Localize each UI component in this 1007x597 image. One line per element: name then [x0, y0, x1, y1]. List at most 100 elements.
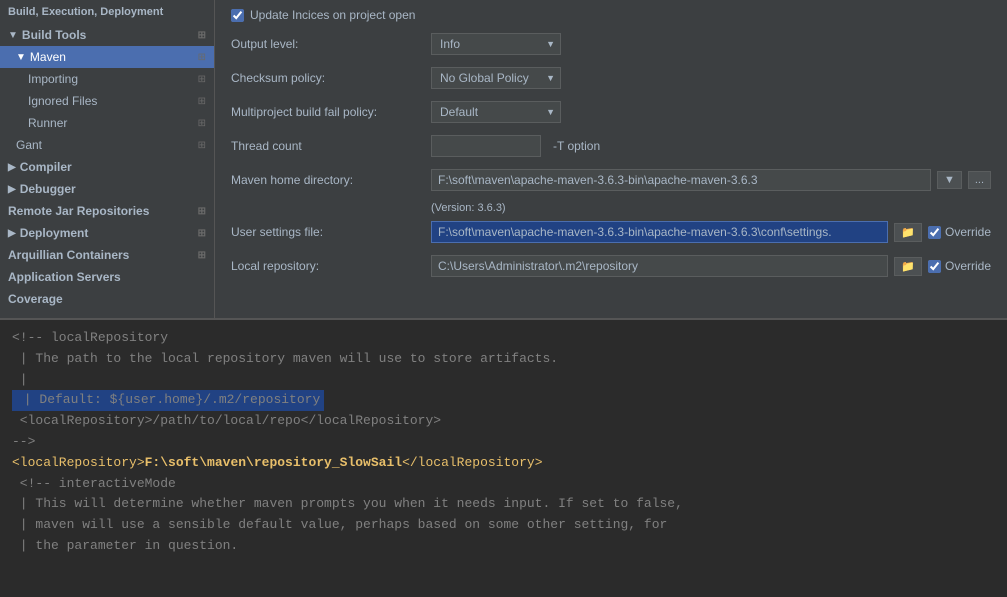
maven-home-input[interactable]	[431, 169, 931, 191]
local-repo-input[interactable]	[431, 255, 888, 277]
checksum-policy-control: No Global PolicyWarnFailIgnore	[431, 67, 991, 89]
user-settings-override-wrap: Override	[928, 225, 991, 239]
sidebar: Build, Execution, Deployment ▼ Build Too…	[0, 0, 215, 318]
sidebar-item-compiler[interactable]: ▶ Compiler	[0, 156, 214, 178]
code-line-4: | Default: ${user.home}/.m2/repository	[12, 390, 995, 411]
multiproject-control: DefaultNeverAfter Current	[431, 101, 991, 123]
code-tag-close: </localRepository>	[402, 455, 542, 470]
maven-home-row: Maven home directory: ▼ ...	[231, 168, 991, 192]
arrow-icon: ▼	[8, 30, 18, 41]
settings-icon: ⊞	[198, 74, 206, 85]
maven-home-control: ▼ ...	[431, 169, 991, 191]
code-line-1: <!-- localRepository	[12, 328, 995, 349]
output-level-dropdown-wrap: InfoDebugWarnError	[431, 33, 561, 55]
thread-count-row: Thread count -T option	[231, 134, 991, 158]
sidebar-item-ignored-files[interactable]: Ignored Files ⊞	[0, 90, 214, 112]
sidebar-item-coverage[interactable]: Coverage	[0, 288, 214, 310]
sidebar-label: Coverage	[8, 292, 63, 306]
output-level-label: Output level:	[231, 37, 431, 51]
top-panel: Build, Execution, Deployment ▼ Build Too…	[0, 0, 1007, 320]
local-repo-override-checkbox[interactable]	[928, 260, 941, 273]
multiproject-select[interactable]: DefaultNeverAfter Current	[431, 101, 561, 123]
local-repo-override-wrap: Override	[928, 259, 991, 273]
update-indices-label: Update Incices on project open	[250, 8, 415, 22]
bottom-code-panel: <!-- localRepository | The path to the l…	[0, 320, 1007, 597]
checksum-policy-select[interactable]: No Global PolicyWarnFailIgnore	[431, 67, 561, 89]
sidebar-label: Ignored Files	[28, 94, 97, 108]
code-line-7: <localRepository>F:\soft\maven\repositor…	[12, 453, 995, 474]
sidebar-label: Maven	[30, 50, 66, 64]
sidebar-item-app-servers[interactable]: Application Servers	[0, 266, 214, 288]
local-repo-label: Local repository:	[231, 259, 431, 273]
maven-home-label: Maven home directory:	[231, 173, 431, 187]
arrow-icon: ▶	[8, 162, 16, 173]
sidebar-label: Debugger	[20, 182, 76, 196]
settings-icon: ⊞	[198, 118, 206, 129]
code-line-5: <localRepository>/path/to/local/repo</lo…	[12, 411, 995, 432]
code-line-2: | The path to the local repository maven…	[12, 349, 995, 370]
user-settings-label: User settings file:	[231, 225, 431, 239]
settings-icon: ⊞	[198, 140, 206, 151]
sidebar-label: Compiler	[20, 160, 72, 174]
update-indices-row: Update Incices on project open	[231, 8, 991, 22]
code-line-11: | the parameter in question.	[12, 536, 995, 557]
sidebar-item-maven[interactable]: ▼ Maven ⊞	[0, 46, 214, 68]
checksum-policy-label: Checksum policy:	[231, 71, 431, 85]
settings-icon: ⊞	[198, 206, 206, 217]
sidebar-item-remote-jar[interactable]: Remote Jar Repositories ⊞	[0, 200, 214, 222]
sidebar-label: Deployment	[20, 226, 89, 240]
user-settings-row: User settings file: 📁 Override	[231, 220, 991, 244]
code-line-6: -->	[12, 432, 995, 453]
sidebar-header: Build, Execution, Deployment	[0, 0, 214, 24]
code-line-9: | This will determine whether maven prom…	[12, 494, 995, 515]
sidebar-item-importing[interactable]: Importing ⊞	[0, 68, 214, 90]
local-repo-browse-btn[interactable]: 📁	[894, 257, 922, 276]
code-tag-open: <localRepository>	[12, 455, 145, 470]
content-panel: Update Incices on project open Output le…	[215, 0, 1007, 318]
sidebar-item-arquillian[interactable]: Arquillian Containers ⊞	[0, 244, 214, 266]
user-settings-input[interactable]	[431, 221, 888, 243]
user-settings-control: 📁 Override	[431, 221, 991, 243]
user-settings-browse-btn[interactable]: 📁	[894, 223, 922, 242]
sidebar-item-debugger[interactable]: ▶ Debugger	[0, 178, 214, 200]
local-repo-override-label: Override	[945, 259, 991, 273]
settings-icon: ⊞	[198, 30, 206, 41]
maven-home-dropdown-btn[interactable]: ▼	[937, 171, 962, 189]
settings-icon: ⊞	[198, 228, 206, 239]
output-level-select[interactable]: InfoDebugWarnError	[431, 33, 561, 55]
checksum-policy-row: Checksum policy: No Global PolicyWarnFai…	[231, 66, 991, 90]
sidebar-item-build-tools[interactable]: ▼ Build Tools ⊞	[0, 24, 214, 46]
thread-count-control: -T option	[431, 135, 991, 157]
checksum-dropdown-wrap: No Global PolicyWarnFailIgnore	[431, 67, 561, 89]
sidebar-label: Importing	[28, 72, 78, 86]
code-line-10: | maven will use a sensible default valu…	[12, 515, 995, 536]
output-level-row: Output level: InfoDebugWarnError	[231, 32, 991, 56]
settings-icon: ⊞	[198, 96, 206, 107]
sidebar-label: Remote Jar Repositories	[8, 204, 149, 218]
sidebar-label: Application Servers	[8, 270, 121, 284]
arrow-icon: ▼	[16, 52, 26, 63]
user-settings-override-label: Override	[945, 225, 991, 239]
code-line-8: <!-- interactiveMode	[12, 474, 995, 495]
main-container: Build, Execution, Deployment ▼ Build Too…	[0, 0, 1007, 597]
thread-count-label: Thread count	[231, 139, 431, 153]
output-level-control: InfoDebugWarnError	[431, 33, 991, 55]
version-note: (Version: 3.6.3)	[431, 202, 991, 214]
code-bold-value: F:\soft\maven\repository_SlowSail	[145, 455, 402, 470]
arrow-icon: ▶	[8, 184, 16, 195]
maven-home-browse-btn[interactable]: ...	[968, 171, 991, 189]
multiproject-row: Multiproject build fail policy: DefaultN…	[231, 100, 991, 124]
thread-count-input[interactable]	[431, 135, 541, 157]
sidebar-item-gant[interactable]: Gant ⊞	[0, 134, 214, 156]
sidebar-item-runner[interactable]: Runner ⊞	[0, 112, 214, 134]
multiproject-dropdown-wrap: DefaultNeverAfter Current	[431, 101, 561, 123]
sidebar-item-deployment[interactable]: ▶ Deployment ⊞	[0, 222, 214, 244]
user-settings-override-checkbox[interactable]	[928, 226, 941, 239]
settings-icon: ⊞	[198, 52, 206, 63]
code-line-3: |	[12, 370, 995, 391]
settings-icon: ⊞	[198, 250, 206, 261]
sidebar-label: Runner	[28, 116, 67, 130]
update-indices-checkbox[interactable]	[231, 9, 244, 22]
local-repo-row: Local repository: 📁 Override	[231, 254, 991, 278]
sidebar-label: Arquillian Containers	[8, 248, 129, 262]
